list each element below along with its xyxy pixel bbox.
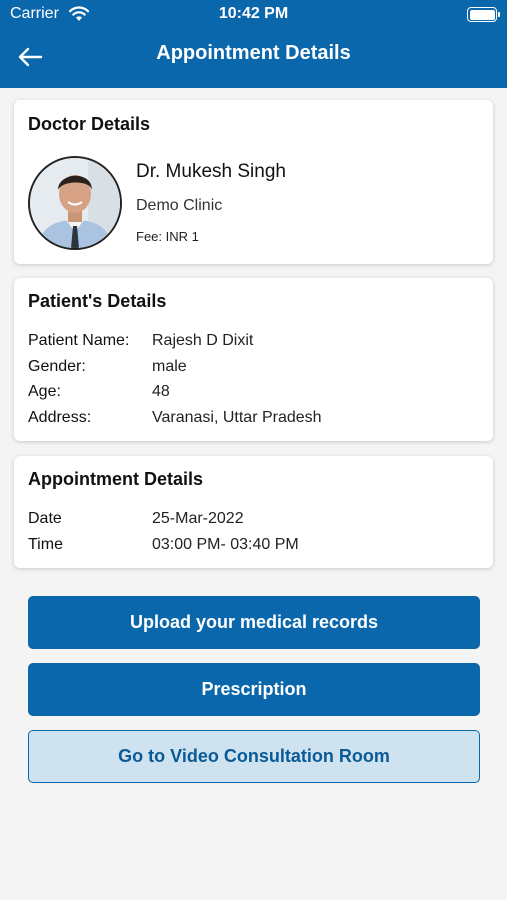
status-bar: Carrier 10:42 PM xyxy=(0,0,507,30)
gender-label: Gender: xyxy=(28,358,86,375)
date-value: 25-Mar-2022 xyxy=(152,510,244,527)
patient-name-value: Rajesh D Dixit xyxy=(152,332,254,349)
age-value: 48 xyxy=(152,383,170,400)
status-time: 10:42 PM xyxy=(218,5,289,22)
address-label: Address: xyxy=(28,409,92,426)
upload-medical-records-button[interactable]: Upload your medical records xyxy=(28,596,480,649)
gender-value: male xyxy=(152,358,187,375)
doctor-name: Dr. Mukesh Singh xyxy=(136,161,286,182)
time-value: 03:00 PM- 03:40 PM xyxy=(152,536,299,553)
app-header: Carrier 10:42 PM Appointment Details xyxy=(0,0,507,88)
patient-name-label: Patient Name: xyxy=(28,332,130,349)
time-label: Time xyxy=(28,536,63,553)
video-consultation-button[interactable]: Go to Video Consultation Room xyxy=(28,730,480,783)
doctor-card-title: Doctor Details xyxy=(28,114,151,134)
patient-card-title: Patient's Details xyxy=(28,291,167,311)
age-label: Age: xyxy=(28,383,61,400)
page-title: Appointment Details xyxy=(156,42,351,64)
address-value: Varanasi, Uttar Pradesh xyxy=(152,409,322,426)
date-label: Date xyxy=(28,510,62,527)
doctor-photo-icon xyxy=(30,158,120,248)
doctor-details-card: Doctor Details Dr. Mukesh Singh Demo Cli… xyxy=(14,100,493,264)
prescription-button[interactable]: Prescription xyxy=(28,663,480,716)
appointment-details-card: Appointment Details Date 25-Mar-2022 Tim… xyxy=(14,456,493,568)
doctor-fee: Fee: INR 1 xyxy=(136,229,199,244)
doctor-clinic: Demo Clinic xyxy=(136,197,223,214)
appointment-card-title: Appointment Details xyxy=(28,469,204,489)
battery-icon xyxy=(467,7,500,22)
doctor-avatar xyxy=(28,156,122,250)
patient-details-card: Patient's Details Patient Name: Rajesh D… xyxy=(14,278,493,441)
